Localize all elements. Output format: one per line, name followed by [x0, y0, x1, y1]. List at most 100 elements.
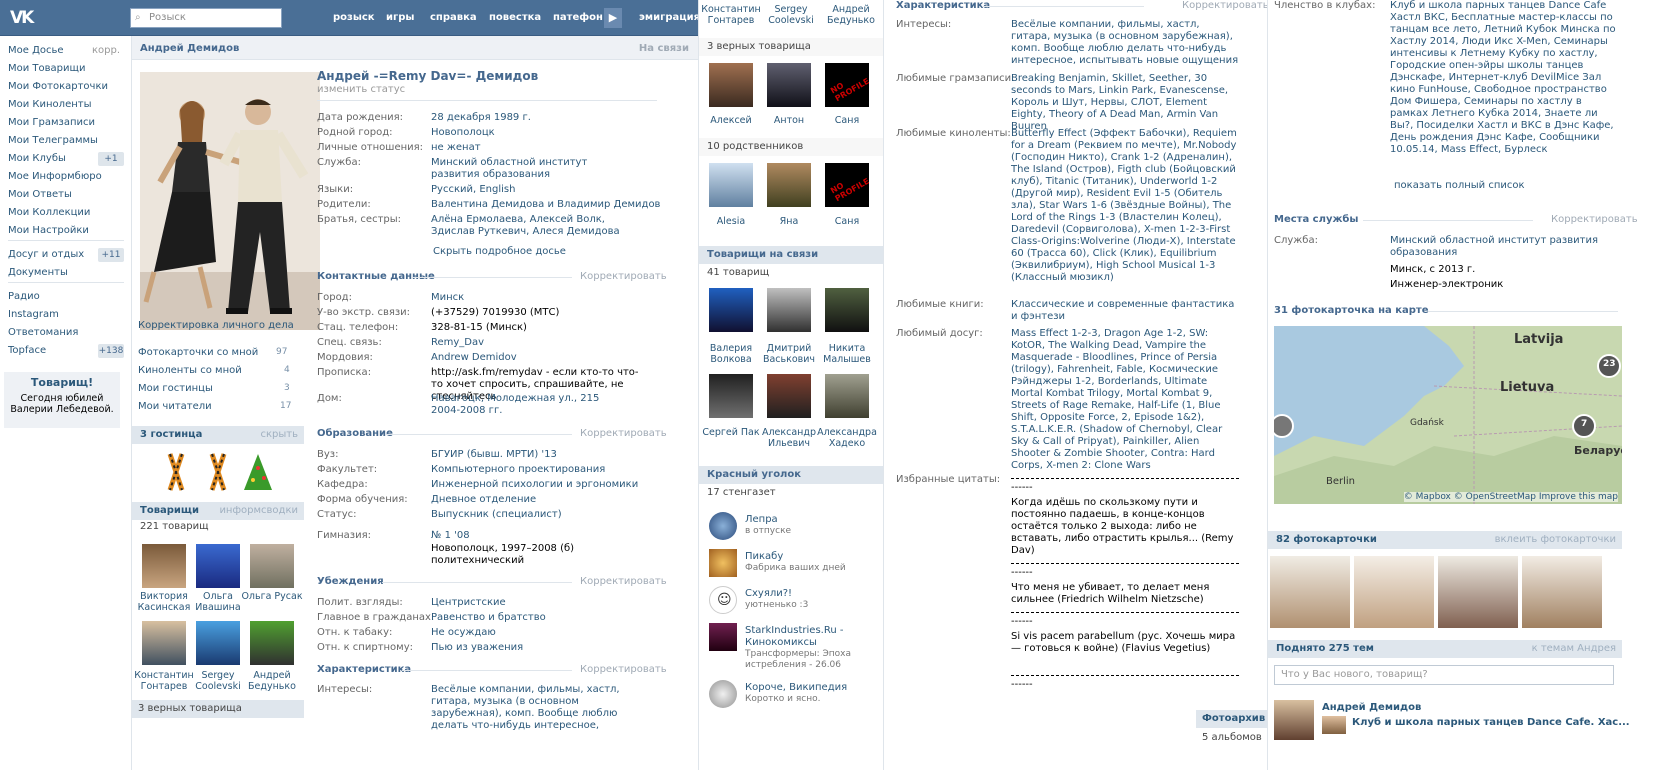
- work-edit-link[interactable]: Корректировать: [1551, 214, 1638, 225]
- friend-name[interactable]: Ольга Русак: [240, 591, 304, 602]
- menu-friends[interactable]: Мои Товарищи: [8, 63, 85, 74]
- friend-name[interactable]: Сергей Пак: [699, 427, 763, 438]
- study-form-value[interactable]: Дневное отделение: [431, 494, 536, 506]
- contacts-edit-link[interactable]: Корректировать: [580, 271, 667, 282]
- post-text[interactable]: Клуб и школа парных танцев Dance Cafe. Х…: [1352, 717, 1630, 728]
- menu-radio[interactable]: Радио: [8, 291, 40, 302]
- politics-value[interactable]: Центристские: [431, 597, 506, 609]
- nav-emigration[interactable]: эмиграция: [639, 12, 698, 23]
- characteristics-edit-link[interactable]: Корректировать: [1182, 0, 1267, 11]
- menu-dossier-edit[interactable]: корр.: [92, 45, 120, 56]
- friend-name[interactable]: Алексей: [699, 115, 763, 126]
- photos-with-me-link[interactable]: Фотокарточки со мной: [138, 347, 258, 358]
- friend-name[interactable]: Дмитрий Васькович: [757, 343, 821, 365]
- friend-name[interactable]: Саня: [815, 216, 879, 227]
- menu-settings[interactable]: Мои Настройки: [8, 225, 89, 236]
- hide-dossier-link[interactable]: Скрыть подробное досье: [433, 246, 566, 257]
- photo-thumb[interactable]: [1522, 556, 1602, 628]
- beliefs-edit-link[interactable]: Корректировать: [580, 576, 667, 587]
- interests-value[interactable]: Весёлые компании, фильмы, хастл, гитара,…: [431, 684, 636, 732]
- menu-photos[interactable]: Мои Фотокарточки: [8, 81, 108, 92]
- characteristics-edit-link[interactable]: Корректировать: [580, 664, 667, 675]
- group-name[interactable]: Пикабу: [745, 551, 783, 562]
- play-icon[interactable]: ▶: [604, 8, 622, 28]
- menu-instagram[interactable]: Instagram: [8, 309, 59, 320]
- menu-groups[interactable]: Мои Клубы: [8, 153, 66, 164]
- friends-updates-link[interactable]: информсводки: [219, 505, 298, 516]
- group-name[interactable]: Схуяли?!: [745, 588, 792, 599]
- nav-gramophone[interactable]: патефон: [553, 12, 603, 23]
- photo-thumb[interactable]: [1438, 556, 1518, 628]
- friend-name[interactable]: Андрей Бедунько: [240, 670, 304, 692]
- university-value[interactable]: БГУИР (бывш. МРТИ) '13: [431, 449, 557, 461]
- friend-name[interactable]: Андрей Бедунько: [821, 4, 881, 26]
- loyal-count[interactable]: 3 верных товарища: [707, 41, 811, 52]
- wikipedia-globe-icon[interactable]: [709, 680, 737, 708]
- nav-help[interactable]: справка: [430, 12, 477, 23]
- avatar[interactable]: [709, 288, 753, 332]
- post-author[interactable]: Андрей Демидов: [1322, 702, 1421, 713]
- avatar[interactable]: [709, 374, 753, 418]
- work-value[interactable]: Минский областной институт развития обра…: [431, 157, 631, 181]
- avatar[interactable]: [709, 63, 753, 107]
- relatives-count[interactable]: 10 родственников: [707, 141, 803, 152]
- photo-map[interactable]: Latvija Lietuva Gdańsk Berlin Беларусь 2…: [1274, 326, 1622, 504]
- online-title[interactable]: Товарищи на связи: [707, 249, 818, 260]
- avatar[interactable]: [196, 544, 240, 588]
- clubs-value[interactable]: Клуб и школа парных танцев Dance Cafe Ха…: [1390, 0, 1622, 156]
- people-main-value[interactable]: Равенство и братство: [431, 612, 546, 624]
- map-title[interactable]: 31 фотокарточка на карте: [1274, 305, 1429, 316]
- home-value[interactable]: Навагоцк, Молодежная ул., 215 2004-2008 …: [431, 393, 606, 417]
- music-value[interactable]: Breaking Benjamin, Skillet, Seether, 30 …: [1011, 73, 1239, 133]
- avatar[interactable]: [767, 63, 811, 107]
- chair-value[interactable]: Инженерной психологии и эргономики: [431, 479, 638, 491]
- group-name[interactable]: Короче, Википедия: [745, 682, 847, 693]
- birthdate-value[interactable]: 28 декабря 1989 г.: [431, 112, 531, 124]
- photos-title[interactable]: 82 фотокарточки: [1276, 534, 1377, 545]
- profile-photo[interactable]: [140, 72, 320, 330]
- avatar[interactable]: [196, 621, 240, 665]
- gifts-hide-link[interactable]: скрыть: [261, 429, 299, 440]
- skype-value[interactable]: Remy_Dav: [431, 337, 484, 349]
- friend-name[interactable]: Alesia: [699, 216, 763, 227]
- avatar[interactable]: [142, 621, 186, 665]
- school-value[interactable]: № 1 '08: [431, 530, 470, 542]
- friend-name[interactable]: Александра Хадеко: [815, 427, 879, 449]
- education-edit-link[interactable]: Корректировать: [580, 428, 667, 439]
- menu-audio[interactable]: Мои Грамзаписи: [8, 117, 95, 128]
- edu-status-value[interactable]: Выпускник (специалист): [431, 509, 562, 521]
- avatar[interactable]: [767, 288, 811, 332]
- post-input[interactable]: Что у Вас нового, товарищ?: [1274, 665, 1614, 685]
- relationship-value[interactable]: не женат: [431, 142, 481, 154]
- upload-photos-link[interactable]: вклеить фотокарточки: [1495, 534, 1616, 545]
- videos-with-me-link[interactable]: Киноленты со мной: [138, 365, 242, 376]
- no-profile-avatar[interactable]: NO PROFILE: [825, 163, 869, 207]
- groups-title[interactable]: Красный уголок: [707, 469, 801, 480]
- avatar[interactable]: [709, 623, 737, 651]
- edit-dossier-link[interactable]: Корректировка личного дела: [138, 320, 294, 331]
- menu-documents[interactable]: Документы: [8, 267, 68, 278]
- map-credit[interactable]: © Mapbox © OpenStreetMap Improve this ma…: [1403, 492, 1618, 502]
- facebook-value[interactable]: Andrew Demidov: [431, 352, 517, 364]
- topics-link[interactable]: к темам Андрея: [1532, 643, 1616, 654]
- games-value[interactable]: Mass Effect 1-2-3, Dragon Age 1-2, SW: K…: [1011, 328, 1239, 472]
- avatar[interactable]: [250, 621, 294, 665]
- menu-answermania[interactable]: Ответомания: [8, 327, 78, 338]
- parents-value[interactable]: Валентина Демидова и Владимир Демидов: [431, 199, 660, 211]
- friends-title[interactable]: Товарищи: [140, 505, 199, 516]
- friend-name[interactable]: Александр Ильевич: [757, 427, 821, 449]
- map-cluster-badge[interactable]: 7: [1581, 419, 1587, 429]
- friend-name[interactable]: Валерия Волкова: [699, 343, 763, 365]
- photo-archive-title[interactable]: Фотоархив: [1202, 713, 1265, 724]
- nav-agenda[interactable]: повестка: [489, 12, 541, 23]
- avatar[interactable]: [767, 163, 811, 207]
- photo-thumb[interactable]: [1354, 556, 1434, 628]
- group-name[interactable]: Лепра: [745, 514, 778, 525]
- no-profile-avatar[interactable]: NO PROFILE: [825, 63, 869, 107]
- menu-answers[interactable]: Мои Ответы: [8, 189, 72, 200]
- avatar[interactable]: [709, 163, 753, 207]
- menu-messages[interactable]: Мои Телеграммы: [8, 135, 98, 146]
- globe-icon[interactable]: [709, 512, 737, 540]
- change-status-link[interactable]: изменить статус: [317, 84, 405, 95]
- followers-link[interactable]: Мои читатели: [138, 401, 212, 412]
